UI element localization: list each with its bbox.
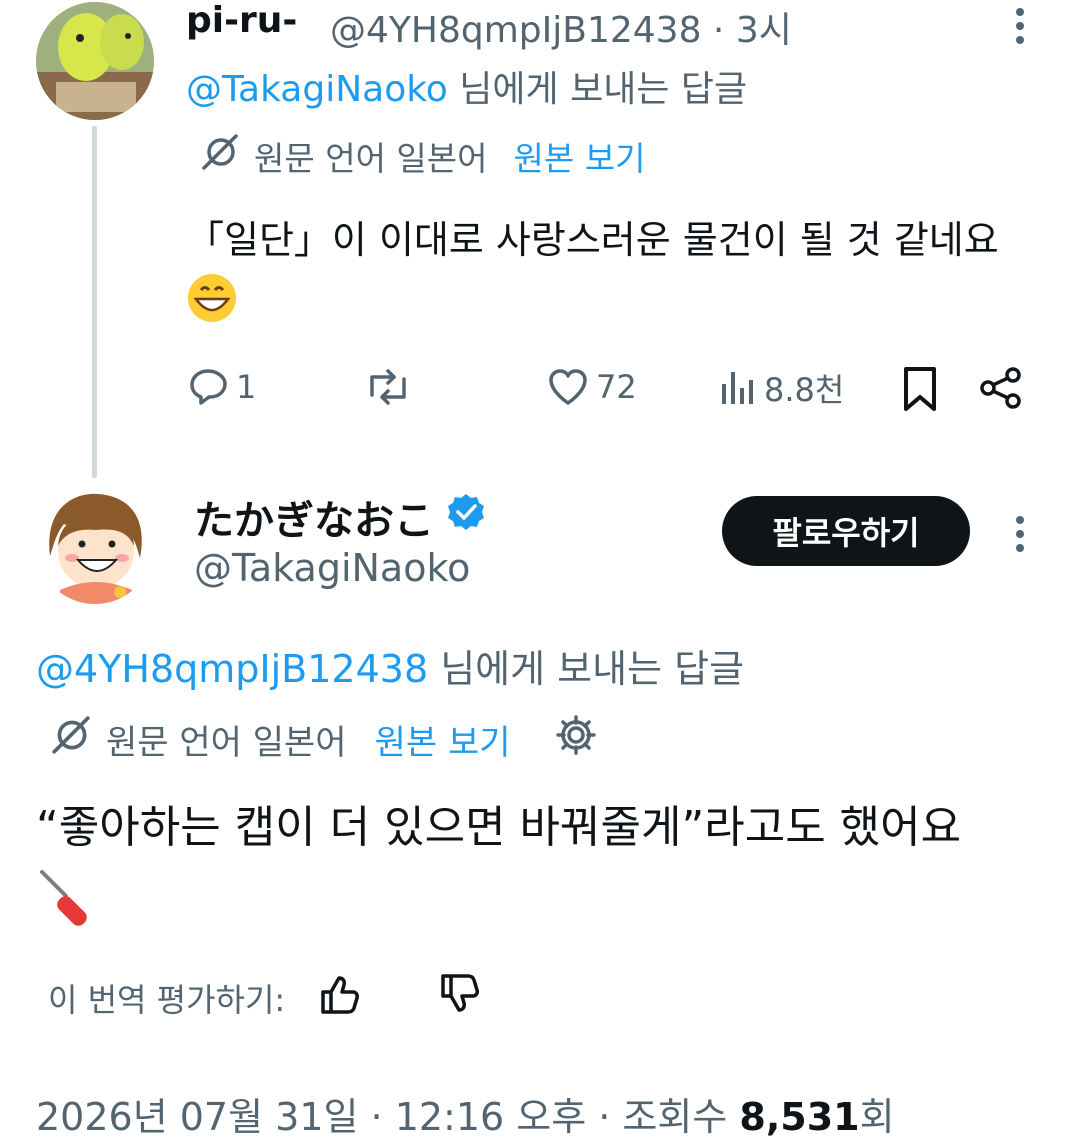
timestamp[interactable]: 2026년 07월 31일 · 12:16 오후 · 조회수	[36, 1095, 739, 1139]
follow-button[interactable]: 팔로우하기	[722, 496, 970, 566]
rate-translation: 이 번역 평가하기:	[48, 972, 481, 1024]
grinning-face-emoji	[186, 272, 238, 343]
share-icon	[980, 367, 1021, 409]
views-button[interactable]: 8.8천	[718, 365, 844, 411]
gear-icon[interactable]	[555, 714, 597, 765]
tweet-meta: 2026년 07월 31일 · 12:16 오후 · 조회수 8,531회	[36, 1095, 895, 1139]
mention-link[interactable]: @TakagiNaoko	[186, 69, 448, 110]
retweet-icon	[370, 369, 406, 405]
like-button[interactable]: 72	[546, 365, 637, 409]
retweet-button[interactable]	[364, 365, 412, 409]
action-bar: 1 72 8.8천	[186, 365, 1026, 425]
analytics-icon	[722, 372, 753, 404]
thread-line	[92, 126, 97, 478]
reply-button[interactable]: 1	[186, 365, 256, 409]
author-name[interactable]: たかぎなおこ	[194, 488, 486, 546]
rate-label: 이 번역 평가하기:	[48, 981, 286, 1019]
translate-icon	[200, 132, 240, 180]
thumbs-down-icon[interactable]	[437, 972, 481, 1024]
translation-label: 원문 언어 일본어	[254, 139, 488, 178]
more-options-icon[interactable]	[1012, 6, 1028, 46]
share-button[interactable]	[978, 365, 1024, 411]
avatar[interactable]	[36, 486, 154, 604]
bookmark-button[interactable]	[900, 365, 940, 413]
view-count: 8,531	[739, 1095, 860, 1139]
reply-context: @TakagiNaoko 님에게 보내는 답글	[186, 69, 748, 110]
verified-badge-icon	[446, 492, 486, 542]
translation-bar: 원문 언어 일본어 원본 보기	[200, 132, 645, 180]
reply-context: @4YH8qmpIjB12438 님에게 보내는 답글	[36, 647, 745, 691]
view-original-link[interactable]: 원본 보기	[514, 132, 646, 180]
bookmark-icon	[904, 367, 936, 411]
screwdriver-emoji	[36, 866, 100, 954]
author-handle[interactable]: @TakagiNaoko	[194, 546, 470, 590]
more-options-icon[interactable]	[1012, 514, 1028, 554]
translate-icon	[50, 714, 92, 765]
tweet-text: 「일단」이 이대로 사랑스러운 물건이 될 것 같네요	[186, 208, 1006, 343]
tweet-text: “좋아하는 캡이 더 있으면 바꿔줄게”라고도 했어요	[36, 790, 1036, 954]
author-name[interactable]: pi-ru-	[186, 0, 297, 41]
mention-link[interactable]: @4YH8qmpIjB12438	[36, 647, 428, 691]
thumbs-up-icon[interactable]	[317, 972, 361, 1024]
author-handle-time: @4YH8qmpIjB12438 · 3시	[330, 10, 792, 51]
view-original-link[interactable]: 원본 보기	[375, 715, 511, 764]
heart-icon	[549, 369, 587, 405]
avatar[interactable]	[36, 2, 154, 120]
translation-bar: 원문 언어 일본어 원본 보기	[50, 714, 597, 765]
reply-icon	[190, 369, 227, 405]
translation-label: 원문 언어 일본어	[106, 723, 347, 763]
